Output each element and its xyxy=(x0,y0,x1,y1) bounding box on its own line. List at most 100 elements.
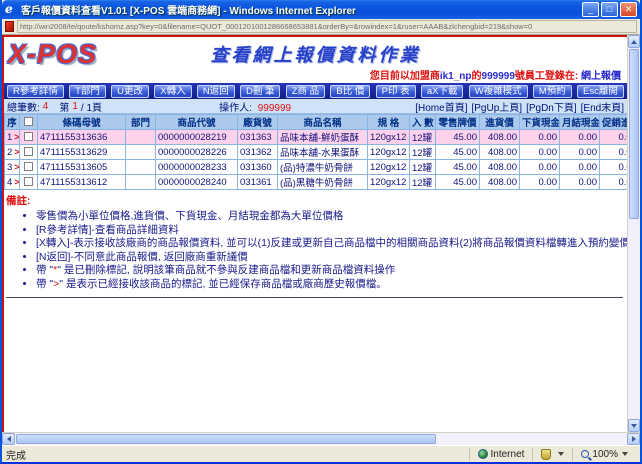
operator: 操作人: 999999 xyxy=(102,99,411,114)
page-nav-link[interactable]: [PgUp上頁] xyxy=(471,103,522,114)
note-text: [N返回]-不同意此商品報價, 返回廠商重新議價 xyxy=(36,251,248,263)
row-checkbox[interactable] xyxy=(24,132,33,141)
scroll-down-icon[interactable] xyxy=(628,419,640,432)
notes-label: 備註: xyxy=(6,195,31,207)
toolbar-button-z[interactable]: Z商 品 xyxy=(286,85,325,98)
close-button[interactable]: ✕ xyxy=(620,2,637,17)
vertical-scroll-thumb[interactable] xyxy=(629,49,639,219)
dept-cell xyxy=(126,160,156,175)
table-row[interactable]: 2>47111553136290000000028226031362品味本舖-水… xyxy=(5,145,628,160)
toolbar-button-x[interactable]: X轉入 xyxy=(154,85,191,98)
vendor_no-cell: 031363 xyxy=(238,130,278,145)
protection-icon xyxy=(541,449,551,460)
name-cell: 品味本舖-鮮奶蛋酥 xyxy=(278,130,368,145)
horizontal-scrollbar[interactable] xyxy=(2,432,640,445)
toolbar-button-a[interactable]: aX下載 xyxy=(421,85,464,98)
column-header: 廠貨號 xyxy=(238,115,278,130)
operator-value: 999999 xyxy=(255,103,294,114)
row-checkbox[interactable] xyxy=(24,177,33,186)
note-text: [R參考詳情]-查看商品詳細資料 xyxy=(36,224,179,236)
column-header: 商品代號 xyxy=(156,115,238,130)
cost-cell: 408.00 xyxy=(480,160,520,175)
note-item: 零售價為小單位價格,進貨價、下貨現金、月結現金都為大單位價格 xyxy=(36,210,623,224)
toolbar-button-n[interactable]: N返回 xyxy=(197,85,235,98)
table-row[interactable]: 1>47111553136360000000028219031363品味本舖-鮮… xyxy=(5,130,628,145)
zoom-control[interactable]: 100% xyxy=(572,448,636,461)
note-item: 帶 "*" 是已刪除標記, 說明該筆商品就不參與反建商品檔和更新商品檔資料操作 xyxy=(36,264,623,278)
retail-cell: 45.00 xyxy=(436,145,480,160)
total-label: 總筆數: xyxy=(7,99,40,114)
note-item: [R參考詳情]-查看商品詳細資料 xyxy=(36,224,623,238)
page-nav-link[interactable]: [Home首頁] xyxy=(415,103,467,114)
column-header: 規 格 xyxy=(368,115,410,130)
toolbar-button-r[interactable]: R參考詳情 xyxy=(7,85,64,98)
code-cell: 0000000028240 xyxy=(156,175,238,190)
note-text: 帶 " xyxy=(36,278,53,290)
column-header: 促銷進價 xyxy=(600,115,628,130)
monthly-cell: 0.00 xyxy=(560,160,600,175)
zoom-level: 100% xyxy=(592,449,618,460)
retail-cell: 45.00 xyxy=(436,160,480,175)
total-value: 4 xyxy=(40,101,52,112)
page-suffix: / 1頁 xyxy=(81,99,102,114)
note-item: [X轉入]-表示接收該廠商的商品報價資料, 並可以(1)反建或更新自己商品檔中的… xyxy=(36,237,623,251)
pack-cell: 12罐 xyxy=(410,175,436,190)
row-checkbox[interactable] xyxy=(24,162,33,171)
column-header: 入 數 xyxy=(410,115,436,130)
select-all-checkbox[interactable] xyxy=(24,117,33,126)
title-bar: e 客戶報價資料查看V1.01 [X-POS 雲端商務網] - Windows … xyxy=(2,0,640,19)
received-flag: > xyxy=(12,132,19,143)
column-header xyxy=(20,115,38,130)
window-title: 客戶報價資料查看V1.01 [X-POS 雲端商務網] - Windows In… xyxy=(21,2,580,17)
column-header: 條碼母號 xyxy=(38,115,126,130)
page-title: 查看網上報價資料作業 xyxy=(4,41,627,67)
retail-cell: 45.00 xyxy=(436,130,480,145)
ie-logo-icon: e xyxy=(5,3,18,16)
page-nav-link[interactable]: [End末頁] xyxy=(581,103,624,114)
column-header: 部門 xyxy=(126,115,156,130)
toolbar-button-t[interactable]: T部門 xyxy=(69,85,106,98)
note-text: 帶 " xyxy=(36,264,53,276)
toolbar-button-w[interactable]: W複雜模式 xyxy=(469,85,528,98)
page-nav-link[interactable]: [PgDn下頁] xyxy=(526,103,577,114)
row-checkbox[interactable] xyxy=(24,147,33,156)
table-row[interactable]: 3>47111553136050000000028233031360(品)特濃牛… xyxy=(5,160,628,175)
minimize-button[interactable]: _ xyxy=(582,2,599,17)
scroll-left-icon[interactable] xyxy=(2,433,15,445)
column-header: 下貨現金 xyxy=(520,115,560,130)
scroll-right-icon[interactable] xyxy=(627,433,640,445)
cost-cell: 408.00 xyxy=(480,175,520,190)
scroll-up-icon[interactable] xyxy=(628,35,640,48)
login-merchant: ik1_np xyxy=(440,71,472,82)
toolbar-button-u[interactable]: U更改 xyxy=(111,85,149,98)
note-item: 帶 ">" 是表示已經接收該商品的標記, 並已經保存商品檔或廠商歷史報價檔。 xyxy=(36,278,623,292)
toolbar-button-m[interactable]: M預約 xyxy=(533,85,572,98)
column-header: 序 xyxy=(5,115,20,130)
page-prefix: 第 xyxy=(59,99,69,114)
page-current: 1 xyxy=(69,101,81,112)
vertical-scrollbar[interactable] xyxy=(627,35,640,432)
toolbar-button-d[interactable]: D刪 筆 xyxy=(240,85,281,98)
toolbar-button-e[interactable]: Esc離開 xyxy=(577,85,624,98)
login-module: 網上報價 xyxy=(581,71,621,82)
received-flag: > xyxy=(12,162,19,173)
zoom-caret-icon xyxy=(622,452,628,456)
toolbar-button-p[interactable]: P印 表 xyxy=(376,85,416,98)
table-row[interactable]: 4>47111553136120000000028240031361(品)黑糖牛… xyxy=(5,175,628,190)
operator-label: 操作人: xyxy=(219,103,252,114)
cost-cell: 408.00 xyxy=(480,130,520,145)
note-text: " 是表示已經接收該商品的標記, 並已經保存商品檔或廠商歷史報價檔。 xyxy=(59,278,386,290)
protection-panel[interactable] xyxy=(532,448,572,461)
toolbar: R參考詳情 T部門 U更改 X轉入 N返回 D刪 筆 Z商 品 B比 價 P印 表 aX下載 W複雜… xyxy=(4,83,627,99)
toolbar-button-b[interactable]: B比 價 xyxy=(330,85,370,98)
code-cell: 0000000028233 xyxy=(156,160,238,175)
maximize-button[interactable]: □ xyxy=(601,2,618,17)
zone-label: Internet xyxy=(491,449,525,460)
checkbox-cell xyxy=(20,145,38,160)
url-input[interactable]: http://win2008/te/qoute/kshomz.asp?key=0… xyxy=(17,20,637,33)
dept-cell xyxy=(126,175,156,190)
monthly-cell: 0.00 xyxy=(560,175,600,190)
horizontal-scroll-thumb[interactable] xyxy=(16,434,436,444)
login-prefix: 您目前以加盟商 xyxy=(370,71,440,82)
spec-cell: 120gx12 xyxy=(368,130,410,145)
